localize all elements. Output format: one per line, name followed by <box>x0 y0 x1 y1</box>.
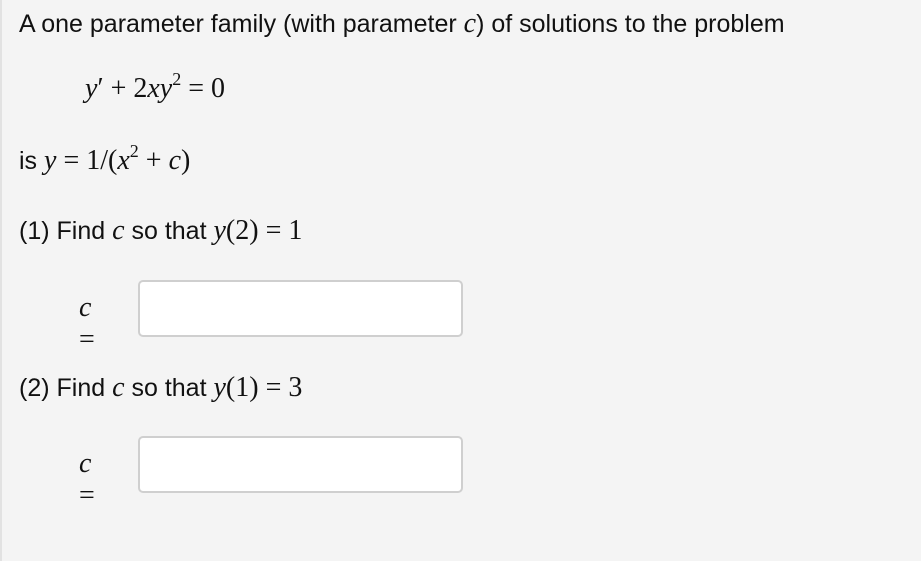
label-eq: = <box>79 480 95 511</box>
label-eq: = <box>79 324 95 355</box>
question-1: (1) Find c so that y(2) = 1 <box>19 215 302 247</box>
sol-eq: = 1/( <box>56 145 118 176</box>
q1-mid: so that <box>124 217 214 245</box>
eq-x: x <box>147 73 160 104</box>
sol-plus: + <box>138 145 169 176</box>
eq-y2: y <box>159 73 173 104</box>
sol-c: c <box>168 145 182 176</box>
answer-label-1: c = <box>79 292 95 356</box>
intro-text-end: ) of solutions to the problem <box>476 10 785 38</box>
answer-input-2[interactable] <box>138 436 463 493</box>
q1-var: c <box>112 215 125 246</box>
q1-y: y <box>213 215 226 246</box>
question-2: (2) Find c so that y(1) = 3 <box>19 372 302 404</box>
sol-x: x <box>117 145 130 176</box>
q2-y: y <box>213 372 226 403</box>
problem-intro: A one parameter family (with parameter c… <box>19 8 785 40</box>
sol-close: ) <box>181 145 191 176</box>
answer-label-2: c = <box>79 448 95 512</box>
param-c: c <box>463 8 477 39</box>
q2-mid: so that <box>124 374 214 402</box>
eq-y: y <box>85 73 98 104</box>
label-c: c <box>79 292 92 323</box>
left-border <box>0 0 2 561</box>
sol-prefix: is <box>19 147 44 175</box>
q2-var: c <box>112 372 125 403</box>
sol-y: y <box>44 145 57 176</box>
q2-cond: (1) = 3 <box>225 372 303 403</box>
solution-statement: is y = 1/(x2 + c) <box>19 142 191 177</box>
eq-exp: 2 <box>172 68 182 89</box>
differential-equation: y′ + 2xy2 = 0 <box>85 70 226 105</box>
eq-rest: = 0 <box>181 73 226 104</box>
q2-text: (2) Find <box>19 374 113 402</box>
q1-text: (1) Find <box>19 217 113 245</box>
intro-text: A one parameter family (with parameter <box>19 10 464 38</box>
sol-exp: 2 <box>129 140 139 161</box>
eq-plus: + 2 <box>103 73 148 104</box>
label-c: c <box>79 448 92 479</box>
answer-input-1[interactable] <box>138 280 463 337</box>
q1-cond: (2) = 1 <box>225 215 303 246</box>
